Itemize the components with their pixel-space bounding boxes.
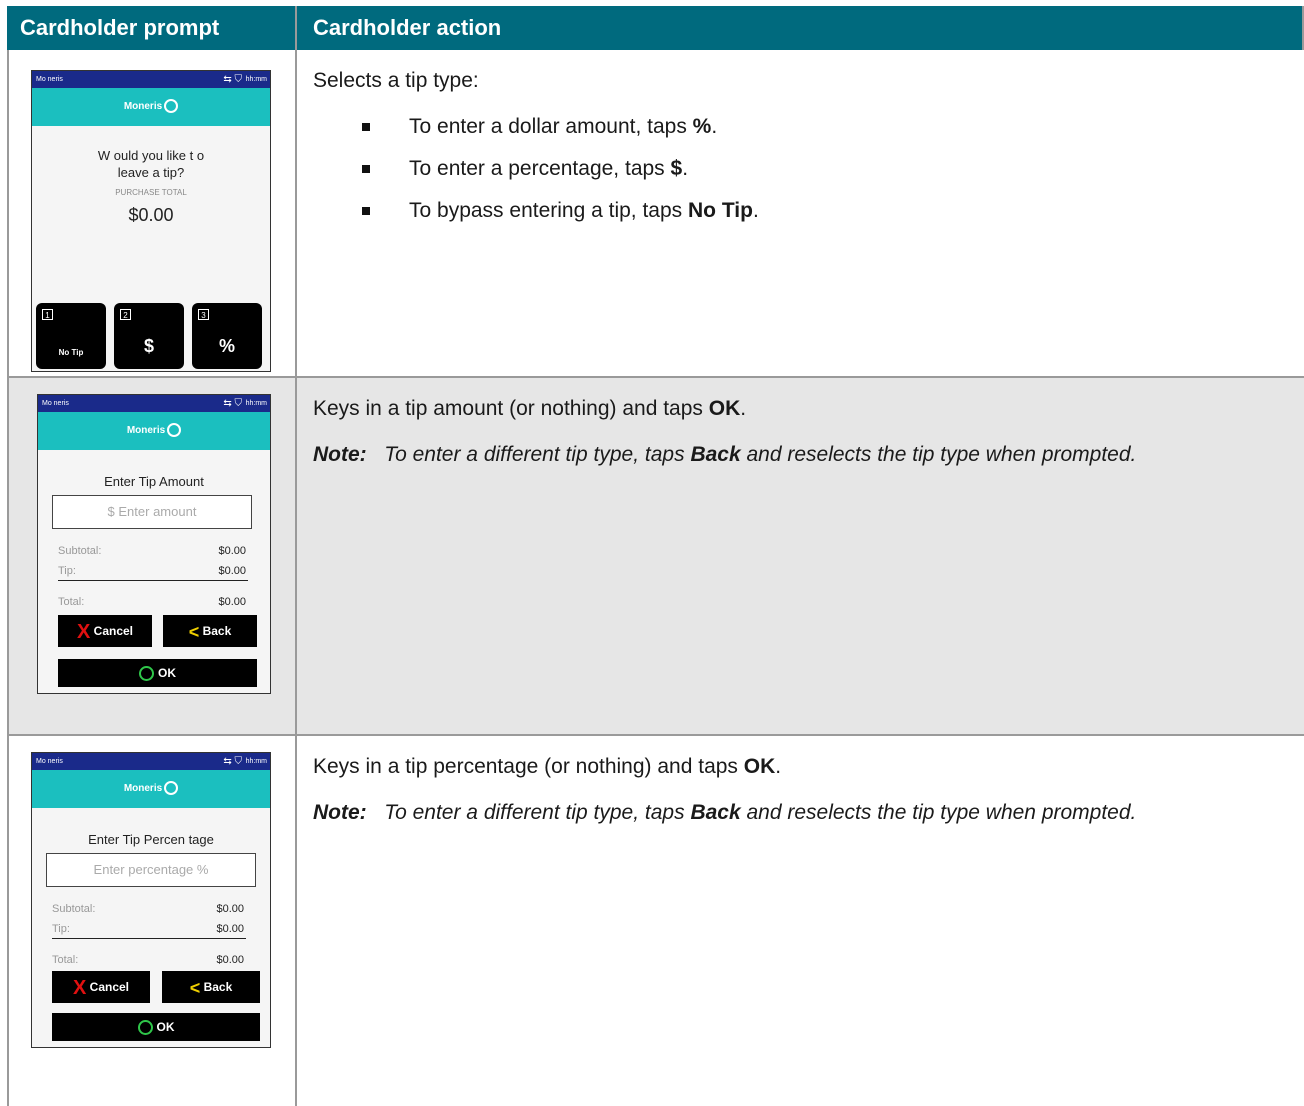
swirl-icon (167, 423, 182, 438)
moneris-logo: Moneris (32, 770, 270, 808)
prompt-line-2: leave a tip? (117, 165, 185, 180)
swirl-icon (164, 781, 179, 796)
swirl-icon (164, 99, 179, 114)
header-cardholder-action: Cardholder action (297, 6, 1304, 50)
status-bar: Mo neris ⇆ ⛉ hh:mm (38, 395, 270, 412)
chevron-left-icon: < (189, 977, 201, 998)
connection-icon: ⇆ ⛉ (223, 398, 242, 409)
cancel-button[interactable]: X Cancel (58, 615, 152, 647)
action-text: Keys in a tip amount (or nothing) and ta… (313, 397, 747, 420)
total-value: $0.00 (216, 954, 244, 966)
prompt-line-1: W ould you like t o (97, 148, 205, 163)
chevron-left-icon: < (188, 621, 200, 642)
circle-icon (139, 666, 154, 682)
tip-value: $0.00 (216, 923, 244, 935)
amount-input[interactable]: $ Enter amount (52, 495, 252, 529)
action-intro: Selects a tip type: (313, 69, 479, 92)
dollar-tip-button[interactable]: 2 $ (114, 303, 184, 369)
terminal-screen-tip-percentage: Mo neris ⇆ ⛉ hh:mm Moneris Enter Tip Per… (31, 752, 271, 1048)
terminal-screen-tip-type: Mo neris ⇆ ⛉ hh:mm Moneris W ould you li… (31, 70, 271, 372)
prompt-cell: Mo neris ⇆ ⛉ hh:mm Moneris Enter Tip Per… (7, 736, 297, 1106)
percentage-input[interactable]: Enter percentage % (46, 853, 256, 887)
screen-title: Enter Tip Percen tage (88, 832, 214, 847)
back-button[interactable]: < Back (163, 615, 257, 647)
status-bar: Mo neris ⇆ ⛉ hh:mm (32, 71, 270, 88)
bullet-no-tip: To bypass entering a tip, taps No Tip. (313, 196, 1304, 226)
x-icon: X (72, 976, 87, 999)
action-cell: Keys in a tip percentage (or nothing) an… (297, 736, 1304, 1106)
purchase-total-amount: $0.00 (128, 205, 174, 225)
note: Note: To enter a different tip type, tap… (313, 443, 1137, 466)
table-row-tip-amount: Mo neris ⇆ ⛉ hh:mm Moneris Enter Tip Amo… (7, 378, 1304, 736)
total-value: $0.00 (218, 596, 246, 608)
header-cardholder-prompt: Cardholder prompt (7, 6, 297, 50)
tip-value: $0.00 (218, 565, 246, 577)
moneris-logo: Moneris (32, 88, 270, 126)
status-time: hh:mm (245, 76, 267, 83)
ok-button[interactable]: OK (52, 1013, 260, 1041)
bullet-dollar: To enter a dollar amount, taps %. (313, 112, 1304, 142)
circle-icon (137, 1020, 153, 1036)
action-text: Keys in a tip percentage (or nothing) an… (313, 755, 782, 778)
note: Note: To enter a different tip type, tap… (313, 801, 1137, 824)
status-bar: Mo neris ⇆ ⛉ hh:mm (32, 753, 270, 770)
terminal-screen-tip-amount: Mo neris ⇆ ⛉ hh:mm Moneris Enter Tip Amo… (37, 394, 271, 694)
prompt-cell: Mo neris ⇆ ⛉ hh:mm Moneris W ould you li… (7, 50, 297, 376)
connection-icon: ⇆ ⛉ (223, 756, 242, 767)
subtotal-value: $0.00 (216, 903, 244, 915)
percent-tip-button[interactable]: 3 % (192, 303, 262, 369)
prompt-cell: Mo neris ⇆ ⛉ hh:mm Moneris Enter Tip Amo… (7, 378, 297, 734)
table-row-tip-type: Mo neris ⇆ ⛉ hh:mm Moneris W ould you li… (7, 50, 1304, 378)
cancel-button[interactable]: X Cancel (52, 971, 150, 1003)
subtotal-value: $0.00 (218, 545, 246, 557)
x-icon: X (76, 620, 91, 643)
moneris-logo: Moneris (38, 412, 270, 450)
action-cell: Selects a tip type: To enter a dollar am… (297, 50, 1304, 376)
purchase-total-label: PURCHASE TOTAL (115, 188, 187, 197)
bullet-percent: To enter a percentage, taps $. (313, 154, 1304, 184)
connection-icon: ⇆ ⛉ (223, 74, 242, 85)
action-cell: Keys in a tip amount (or nothing) and ta… (297, 378, 1304, 734)
back-button[interactable]: < Back (162, 971, 260, 1003)
table-row-tip-percentage: Mo neris ⇆ ⛉ hh:mm Moneris Enter Tip Per… (7, 736, 1304, 1106)
ok-button[interactable]: OK (58, 659, 257, 687)
status-brand: Mo neris (36, 76, 63, 83)
no-tip-button[interactable]: 1 No Tip (36, 303, 106, 369)
screen-title: Enter Tip Amount (104, 474, 204, 489)
